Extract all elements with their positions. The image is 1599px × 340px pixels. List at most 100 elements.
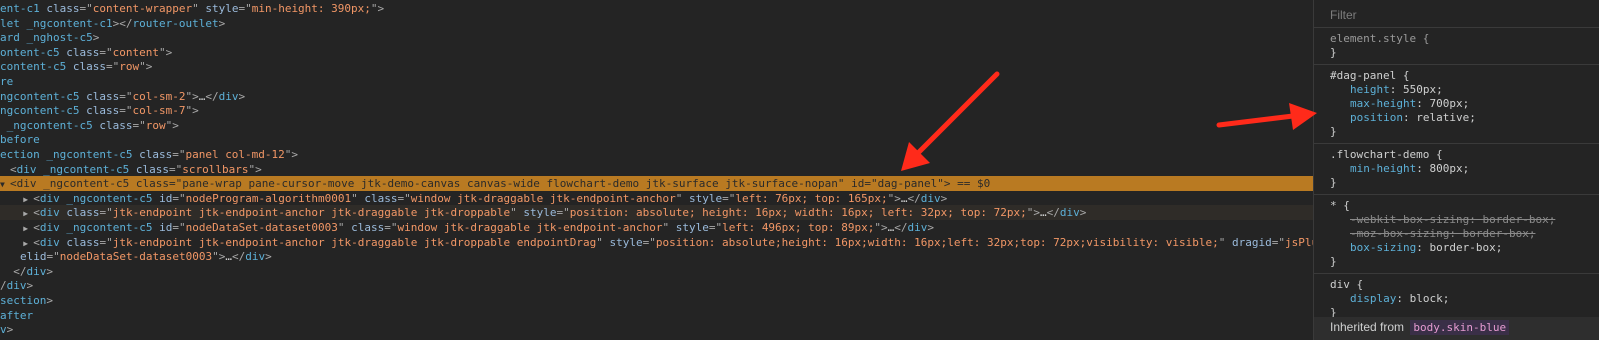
- dom-token: dragid: [1232, 235, 1272, 249]
- dom-token: style: [205, 2, 239, 15]
- css-rule[interactable]: .flowchart-demo {min-height: 800px;}: [1314, 144, 1599, 195]
- expand-triangle-icon[interactable]: ▼: [0, 177, 10, 191]
- dom-token: let _ngcontent-c1: [0, 16, 113, 30]
- dom-node-line[interactable]: ection _ngcontent-c5 class="panel col-md…: [0, 147, 1313, 162]
- dom-token: =": [119, 104, 133, 118]
- dom-token: div _ngcontent-c5: [39, 221, 160, 234]
- css-rule[interactable]: element.style {}: [1314, 28, 1599, 65]
- elements-dom-tree[interactable]: ent-c1 class="content-wrapper" style="mi…: [0, 0, 1313, 340]
- dom-token: nodeDataSet-dataset0003: [59, 250, 213, 264]
- css-property[interactable]: position: relative;: [1330, 111, 1599, 125]
- dom-node-line[interactable]: ngcontent-c5 class="col-sm-7">: [0, 103, 1313, 118]
- collapse-triangle-icon[interactable]: ▶: [23, 221, 33, 235]
- dom-token: ": [337, 221, 352, 234]
- dom-token: =": [238, 2, 252, 15]
- dom-node-selected[interactable]: ▼ <div _ngcontent-c5 class="pane-wrap pan…: [0, 176, 1313, 192]
- dom-node-line[interactable]: </div>: [0, 264, 1313, 279]
- dom-token: =": [642, 235, 656, 249]
- dom-token: </: [907, 191, 921, 205]
- css-property[interactable]: min-height: 800px;: [1330, 162, 1599, 176]
- dom-token: div: [39, 235, 67, 249]
- dom-token: class: [364, 191, 398, 205]
- dom-node-line[interactable]: ngcontent-c5 class="col-sm-2">…</div>: [0, 89, 1313, 104]
- dom-token: id: [851, 177, 865, 191]
- dom-token: left: 496px; top: 89px;: [722, 221, 875, 234]
- dom-token: >: [92, 31, 100, 45]
- dom-token: ">: [185, 104, 199, 118]
- dom-node-line[interactable]: <div _ngcontent-c5 class="scrollbars">: [0, 162, 1313, 177]
- dom-token: ard _nghost-c5: [0, 31, 93, 45]
- css-property[interactable]: box-sizing: border-box;: [1330, 241, 1599, 255]
- dom-token: ent-c1: [0, 2, 47, 15]
- css-property[interactable]: display: block;: [1330, 292, 1599, 306]
- css-rules-list: element.style {} #dag-panel {height: 550p…: [1314, 28, 1599, 325]
- collapse-triangle-icon[interactable]: ▶: [23, 206, 33, 220]
- css-rule[interactable]: * {-webkit-box-sizing: border-box; -moz-b…: [1314, 195, 1599, 274]
- dom-node-line[interactable]: ontent-c5 class="content">: [0, 45, 1313, 60]
- dom-node-line[interactable]: ▶ <div class="jtk-endpoint jtk-endpoint-a…: [0, 235, 1313, 250]
- dom-token: =": [99, 206, 113, 220]
- dom-node-line[interactable]: content-c5 class="row">: [0, 59, 1313, 74]
- dom-token: ": [1218, 235, 1232, 249]
- css-property[interactable]: -webkit-box-sizing: border-box;: [1330, 213, 1599, 227]
- dom-token: class: [135, 177, 169, 191]
- dom-token: style: [609, 235, 643, 249]
- dom-token: div _ngcontent-c5: [39, 191, 160, 205]
- dom-node-line[interactable]: let _ngcontent-c1></router-outlet>: [0, 16, 1313, 31]
- rule-close-brace: }: [1330, 255, 1337, 268]
- dom-node-line[interactable]: ent-c1 class="content-wrapper" style="mi…: [0, 1, 1313, 16]
- dom-token: =": [168, 177, 183, 191]
- dom-token: jtk-endpoint jtk-endpoint-anchor jtk-dra…: [112, 206, 511, 220]
- dom-token: …: [900, 191, 908, 205]
- dom-token: ">: [937, 177, 951, 191]
- dom-node-line[interactable]: ▶ <div class="jtk-endpoint jtk-endpoint-a…: [0, 205, 1313, 221]
- dom-token: position: absolute;height: 16px;width: 1…: [655, 235, 1219, 249]
- dom-token: ">: [248, 162, 262, 176]
- dom-token: style: [675, 221, 709, 234]
- dom-token: position: absolute; height: 16px; width:…: [569, 206, 1027, 220]
- collapse-triangle-icon[interactable]: ▶: [23, 236, 33, 250]
- dom-token: [0, 264, 13, 279]
- dom-node-line[interactable]: v>: [0, 322, 1313, 337]
- dom-token: _ngcontent-c5: [0, 118, 100, 132]
- dom-node-line[interactable]: before: [0, 132, 1313, 147]
- css-property[interactable]: height: 550px;: [1330, 83, 1599, 97]
- dom-node-line[interactable]: ▶ <div _ngcontent-c5 id="nodeProgram-algo…: [0, 191, 1313, 206]
- dom-token: ": [837, 177, 852, 191]
- css-property[interactable]: max-height: 700px;: [1330, 97, 1599, 111]
- dom-token: /: [0, 279, 7, 293]
- dom-token: style: [523, 206, 557, 220]
- dom-token: ection _ngcontent-c5: [0, 148, 140, 161]
- dom-token: ">: [887, 191, 901, 205]
- dom-token: class: [46, 2, 80, 15]
- dom-token: class: [86, 104, 120, 118]
- collapse-triangle-icon[interactable]: ▶: [23, 192, 33, 206]
- dom-token: scrollbars: [182, 162, 249, 176]
- dom-node-line[interactable]: /div>: [0, 278, 1313, 293]
- dom-node-line[interactable]: section>: [0, 293, 1313, 308]
- inherited-element-link[interactable]: body.skin-blue: [1410, 320, 1510, 335]
- css-property[interactable]: -moz-box-sizing: border-box;: [1330, 227, 1599, 241]
- dom-node-line[interactable]: ard _nghost-c5>: [0, 30, 1313, 45]
- dom-token: re: [0, 75, 14, 88]
- css-rule[interactable]: #dag-panel {height: 550px; max-height: 70…: [1314, 65, 1599, 144]
- dom-token: …: [225, 250, 232, 264]
- dom-node-line[interactable]: _ngcontent-c5 class="row">: [0, 118, 1313, 133]
- dom-token: div: [6, 279, 27, 293]
- dom-token: class: [66, 235, 100, 249]
- dom-token: <: [10, 162, 17, 176]
- dom-token: =": [708, 221, 723, 234]
- dom-node-line[interactable]: after: [0, 308, 1313, 323]
- dom-token: =": [119, 89, 133, 103]
- dom-token: >: [6, 323, 14, 337]
- dom-node-line[interactable]: ▶ <div _ngcontent-c5 id="nodeDataSet-data…: [0, 220, 1313, 235]
- dom-token: ngcontent-c5: [0, 89, 87, 103]
- styles-filter-input[interactable]: Filter: [1314, 0, 1599, 28]
- dom-token: <: [33, 206, 40, 220]
- dom-token: row: [145, 118, 166, 132]
- dom-token: >: [265, 250, 272, 264]
- dom-node-line[interactable]: re: [0, 74, 1313, 89]
- dom-token: row: [119, 60, 140, 74]
- dom-node-line[interactable]: elid="nodeDataSet-dataset0003">…</div>: [0, 249, 1313, 264]
- css-selector: #dag-panel {: [1330, 69, 1410, 82]
